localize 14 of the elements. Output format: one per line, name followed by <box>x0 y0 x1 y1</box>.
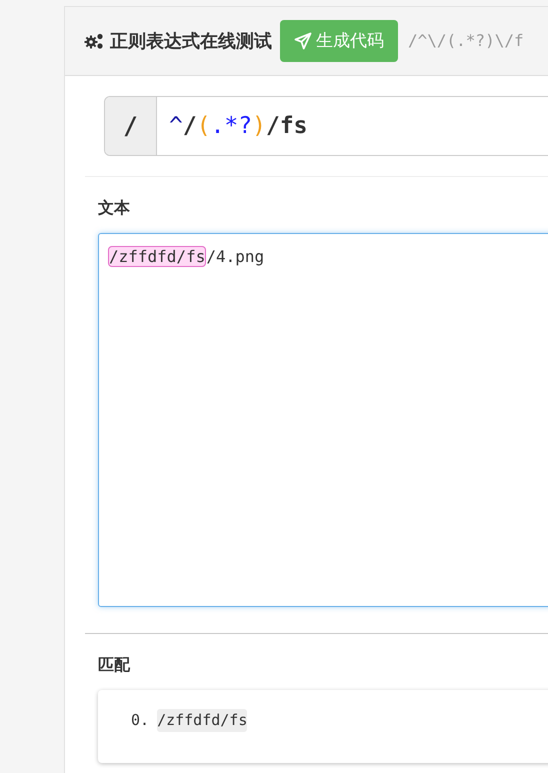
page-title: 正则表达式在线测试 <box>110 30 272 52</box>
regex-preview: /^\/(.*?)\/f <box>408 30 524 52</box>
regex-field[interactable]: / ^/(.*?)/fs <box>104 96 548 156</box>
gears-icon <box>84 32 104 50</box>
match-index: 0. <box>131 710 150 731</box>
text-input-area[interactable]: /zffdfd/fs/4.png <box>98 233 548 607</box>
match-highlight: /zffdfd/fs <box>108 246 206 267</box>
text-label: 文本 <box>98 198 131 219</box>
regex-pattern: ^/(.*?)/fs <box>168 112 308 141</box>
matches-label: 匹配 <box>98 656 132 676</box>
paper-plane-icon <box>294 32 312 50</box>
regex-delimiter: / <box>105 97 157 155</box>
text-content: /4.png <box>206 247 264 266</box>
match-value: /zffdfd/fs <box>157 709 248 732</box>
